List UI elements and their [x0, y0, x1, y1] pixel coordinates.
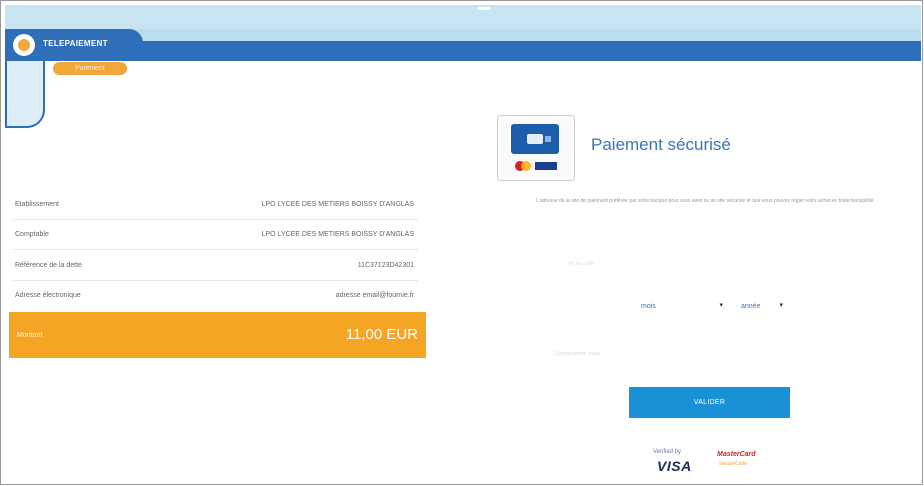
cvv-input[interactable]: Cryptogramme visuel [553, 351, 703, 363]
summary-row-reference: Référence de la dette 11C37123D42301 [13, 258, 418, 278]
expiry-year-value: année [741, 303, 761, 310]
visa-mini-icon [535, 162, 557, 170]
summary-label: Référence de la dette [15, 262, 82, 269]
amount-bar: Montant 11,00 EUR [9, 312, 426, 358]
cb-card-mark [527, 134, 543, 144]
caret-down-icon: ▾ [779, 302, 783, 309]
row-divider [13, 249, 418, 250]
cb-card-chip [545, 136, 551, 142]
header-tick [478, 7, 490, 10]
cb-card-icon [497, 115, 575, 181]
page-title: Paiement sécurisé [591, 135, 731, 154]
visa-logo: VISA [657, 458, 692, 474]
amount-value: 11,00 EUR [345, 326, 418, 343]
row-divider [13, 219, 418, 220]
expiry-month-select[interactable]: mois ▾ [605, 301, 723, 315]
summary-row-etablissement: Etablissement LPO LYCEE DES METIERS BOIS… [13, 197, 418, 217]
summary-row-email: Adresse électronique adresse email@fourn… [13, 288, 418, 308]
amount-label: Montant [17, 332, 43, 339]
caret-down-icon: ▾ [719, 302, 723, 309]
mastercard-securecode-badge: MasterCard SecureCode [717, 451, 787, 477]
header-top-strip [5, 5, 921, 29]
side-panel-strip [5, 61, 45, 128]
summary-value: LPO LYCEE DES METIERS BOISSY D'ANGLAS [261, 201, 414, 208]
cb-card-face [511, 124, 559, 154]
summary-label: Adresse électronique [15, 292, 81, 299]
header-bar [137, 41, 921, 61]
summary-value: adresse email@fournie.fr [335, 292, 414, 299]
tab-payment[interactable]: Paiement [53, 62, 127, 75]
expiry-month-value: mois [641, 303, 656, 310]
summary-value: LPO LYCEE DES METIERS BOISSY D'ANGLAS [261, 231, 414, 238]
summary-value: 11C37123D42301 [357, 262, 414, 269]
app-window: TELEPAIEMENT Paiement Etablissement LPO … [0, 0, 923, 485]
summary-label: Comptable [15, 231, 49, 238]
securecode-text: SecureCode [719, 461, 747, 467]
security-notice: L'adresse de la site de paiement préféré… [536, 198, 874, 204]
row-divider [13, 280, 418, 281]
summary-row-comptable: Comptable LPO LYCEE DES METIERS BOISSY D… [13, 227, 418, 247]
mastercard-logo: MasterCard [717, 451, 756, 458]
card-number-input[interactable]: N° de carte [569, 261, 769, 273]
validate-button[interactable]: VALIDER [629, 387, 790, 418]
verified-by-visa-badge: Verified by VISA [649, 449, 703, 479]
logo-dot [18, 39, 30, 51]
summary-label: Etablissement [15, 201, 59, 208]
mastercard-yellow-circle-icon [521, 161, 531, 171]
app-title: TELEPAIEMENT [43, 39, 108, 48]
verified-by-text: Verified by [653, 449, 682, 455]
expiry-year-select[interactable]: année ▾ [737, 301, 783, 315]
